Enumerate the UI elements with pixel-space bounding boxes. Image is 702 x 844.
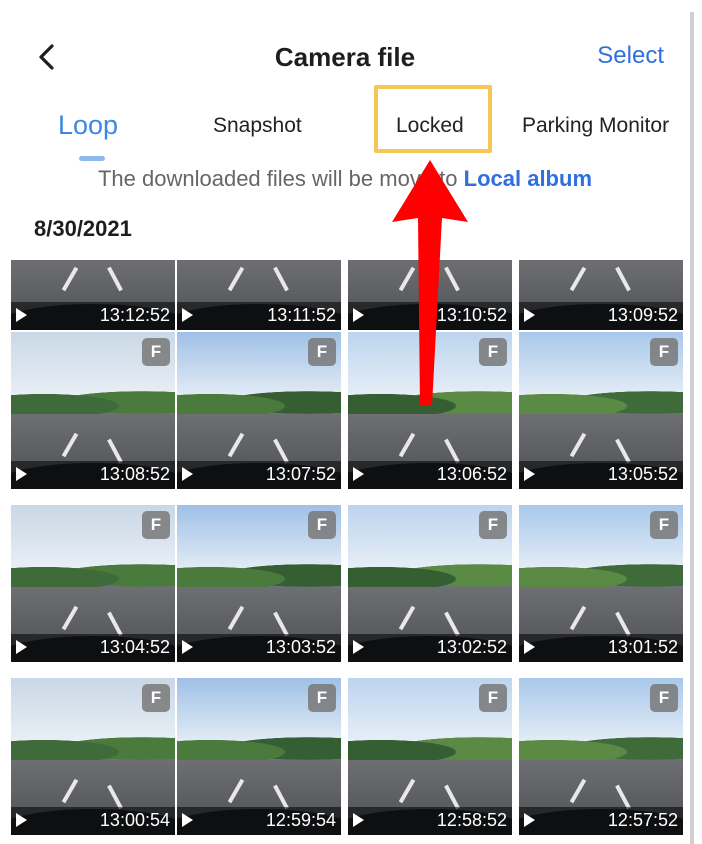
locked-file-badge: F	[142, 684, 170, 712]
play-icon[interactable]	[182, 813, 193, 827]
video-timestamp: 13:08:52	[99, 464, 170, 484]
play-icon[interactable]	[182, 467, 193, 481]
date-group-header: 8/30/2021	[34, 216, 132, 241]
local-album-link[interactable]: Local album	[464, 166, 592, 191]
page-title: Camera file	[274, 42, 416, 72]
thumbnail-info-bar: 13:04:52	[11, 634, 175, 662]
download-notice: The downloaded files will be move to Loc…	[0, 166, 690, 192]
thumbnail-info-bar: 12:57:52	[519, 807, 683, 835]
thumbnail-info-bar: 13:00:54	[11, 807, 175, 835]
video-thumbnail[interactable]: F 13:02:52	[348, 505, 512, 662]
video-timestamp: 13:07:52	[265, 464, 336, 484]
video-thumbnail[interactable]: F 13:07:52	[177, 332, 341, 489]
play-icon[interactable]	[524, 467, 535, 481]
video-timestamp: 12:59:54	[265, 810, 336, 830]
video-thumbnail[interactable]: 13:12:52	[11, 260, 175, 330]
thumbnail-info-bar: 13:06:52	[348, 461, 512, 489]
locked-file-badge: F	[308, 338, 336, 366]
play-icon[interactable]	[16, 813, 27, 827]
play-icon[interactable]	[524, 813, 535, 827]
top-bar: Camera file Select	[0, 28, 690, 88]
highlight-box	[374, 85, 492, 153]
red-arrow-annotation	[392, 160, 468, 406]
tab-bar: Loop Snapshot Locked Parking Monitor	[0, 104, 690, 164]
thumbnail-info-bar: 12:58:52	[348, 807, 512, 835]
video-thumbnail[interactable]: F 12:57:52	[519, 678, 683, 835]
locked-file-badge: F	[479, 511, 507, 539]
video-thumbnail[interactable]: 13:11:52	[177, 260, 341, 330]
thumbnail-info-bar: 13:08:52	[11, 461, 175, 489]
play-icon[interactable]	[353, 640, 364, 654]
video-timestamp: 13:03:52	[265, 637, 336, 657]
play-icon[interactable]	[182, 308, 193, 322]
video-timestamp: 13:02:52	[436, 637, 507, 657]
play-icon[interactable]	[16, 308, 27, 322]
locked-file-badge: F	[650, 684, 678, 712]
video-thumbnail[interactable]: F 13:05:52	[519, 332, 683, 489]
play-icon[interactable]	[524, 640, 535, 654]
thumbnail-info-bar: 13:09:52	[519, 302, 683, 330]
locked-file-badge: F	[308, 511, 336, 539]
video-timestamp: 13:00:54	[99, 810, 170, 830]
locked-file-badge: F	[142, 338, 170, 366]
video-timestamp: 13:04:52	[99, 637, 170, 657]
thumbnail-info-bar: 12:59:54	[177, 807, 341, 835]
video-thumbnail[interactable]: F 13:01:52	[519, 505, 683, 662]
play-icon[interactable]	[353, 467, 364, 481]
active-tab-indicator	[79, 156, 105, 161]
video-timestamp: 13:06:52	[436, 464, 507, 484]
locked-file-badge: F	[479, 684, 507, 712]
thumbnail-info-bar: 13:03:52	[177, 634, 341, 662]
video-thumbnail[interactable]: F 13:04:52	[11, 505, 175, 662]
tab-loop[interactable]: Loop	[58, 110, 118, 141]
play-icon[interactable]	[182, 640, 193, 654]
video-timestamp: 13:09:52	[607, 305, 678, 325]
locked-file-badge: F	[308, 684, 336, 712]
video-timestamp: 12:57:52	[607, 810, 678, 830]
video-timestamp: 13:11:52	[267, 305, 336, 325]
video-timestamp: 12:58:52	[436, 810, 507, 830]
select-button[interactable]: Select	[597, 42, 664, 70]
locked-file-badge: F	[650, 338, 678, 366]
locked-file-badge: F	[650, 511, 678, 539]
video-timestamp: 13:01:52	[607, 637, 678, 657]
thumbnail-info-bar: 13:01:52	[519, 634, 683, 662]
video-timestamp: 13:05:52	[607, 464, 678, 484]
thumbnail-info-bar: 13:07:52	[177, 461, 341, 489]
video-thumbnail[interactable]: F 12:58:52	[348, 678, 512, 835]
video-thumbnail[interactable]: F 12:59:54	[177, 678, 341, 835]
thumbnail-info-bar: 13:12:52	[11, 302, 175, 330]
play-icon[interactable]	[16, 467, 27, 481]
play-icon[interactable]	[16, 640, 27, 654]
scrollbar[interactable]	[690, 12, 694, 844]
video-thumbnail[interactable]: F 13:03:52	[177, 505, 341, 662]
play-icon[interactable]	[524, 308, 535, 322]
video-timestamp: 13:12:52	[99, 305, 170, 325]
play-icon[interactable]	[353, 308, 364, 322]
thumbnail-info-bar: 13:11:52	[177, 302, 341, 330]
tab-snapshot[interactable]: Snapshot	[213, 114, 302, 138]
tab-parking-monitor[interactable]: Parking Monitor	[522, 114, 669, 138]
video-thumbnail[interactable]: F 13:00:54	[11, 678, 175, 835]
video-thumbnail[interactable]: 13:09:52	[519, 260, 683, 330]
locked-file-badge: F	[142, 511, 170, 539]
thumbnail-info-bar: 13:02:52	[348, 634, 512, 662]
locked-file-badge: F	[479, 338, 507, 366]
play-icon[interactable]	[353, 813, 364, 827]
video-thumbnail[interactable]: F 13:08:52	[11, 332, 175, 489]
thumbnail-info-bar: 13:05:52	[519, 461, 683, 489]
